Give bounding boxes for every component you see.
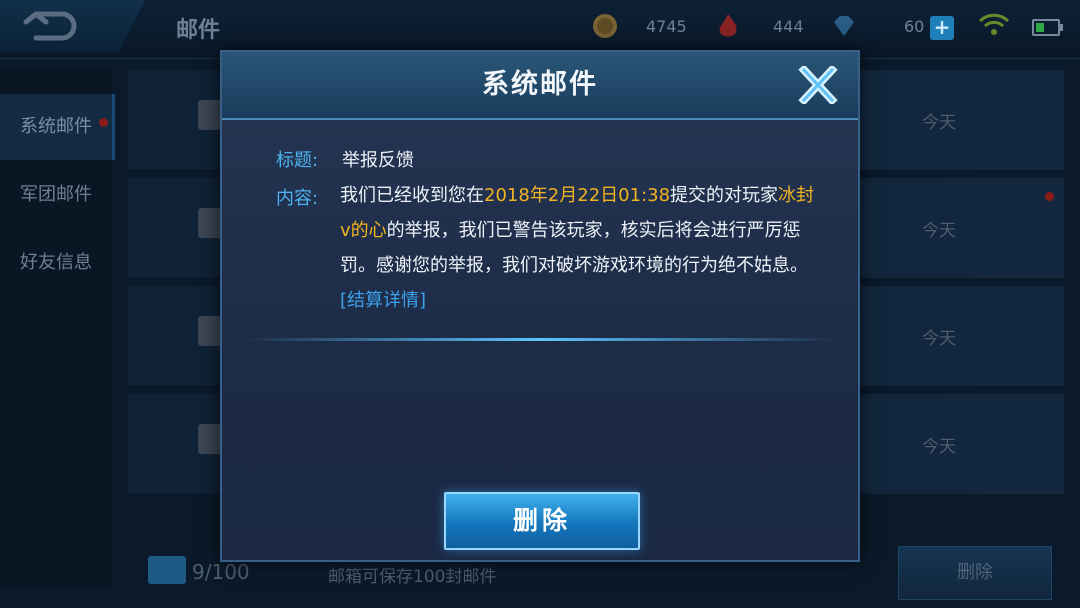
dialog-header: 系统邮件: [222, 52, 858, 120]
diamond-icon: [834, 16, 854, 36]
mailbox-icon: [148, 556, 186, 584]
unread-dot: [99, 118, 108, 127]
gold-amount: 4745: [646, 17, 687, 36]
dialog-title: 系统邮件: [482, 69, 598, 100]
content-text: 的举报，我们已警告该玩家，核实后将会进行严厉惩罚。感谢您的举报，我们对破坏游戏环…: [340, 220, 808, 276]
back-button[interactable]: [0, 0, 145, 52]
voucher-amount: 444: [773, 17, 804, 36]
mail-category-sidebar: 系统邮件 军团邮件 好友信息: [0, 70, 115, 590]
content-divider: [242, 338, 838, 341]
sidebar-item-label: 系统邮件: [20, 116, 92, 137]
delete-all-button[interactable]: 删除: [898, 546, 1052, 600]
sidebar-item-label: 好友信息: [20, 252, 92, 273]
report-time: 2018年2月22日01:38: [484, 185, 671, 206]
unread-dot: [1045, 192, 1054, 201]
settlement-details-link[interactable]: [结算详情]: [340, 290, 426, 311]
system-mail-dialog: 系统邮件 标题: 举报反馈 内容: 我们已经收到您在2018年2月22日01:3…: [220, 50, 860, 562]
gold-coin-icon: [593, 14, 617, 38]
mail-date: 今天: [922, 437, 956, 457]
back-arrow-icon: [23, 11, 77, 41]
content-text: 我们已经收到您在: [340, 185, 484, 206]
sidebar-item-friend-messages[interactable]: 好友信息: [0, 230, 112, 296]
content-text: 提交的对玩家: [670, 185, 779, 206]
sidebar-item-system-mail[interactable]: 系统邮件: [0, 94, 115, 160]
add-diamond-button[interactable]: +: [930, 16, 954, 40]
sidebar-item-label: 军团邮件: [20, 184, 92, 205]
mail-date: 今天: [922, 113, 956, 133]
battery-icon: [1032, 19, 1063, 36]
close-icon[interactable]: [798, 66, 838, 104]
page-title: 邮件: [176, 18, 221, 43]
diamond-amount: 60: [904, 17, 925, 36]
mail-count: 9/100: [192, 560, 250, 584]
wifi-icon: [978, 13, 1010, 35]
subject-value: 举报反馈: [342, 150, 414, 171]
mail-content: 我们已经收到您在2018年2月22日01:38提交的对玩家冰封v的心的举报，我们…: [340, 178, 820, 318]
voucher-flame-icon: [719, 14, 737, 37]
content-label: 内容:: [276, 188, 319, 209]
subject-label: 标题:: [276, 150, 319, 171]
mail-date: 今天: [922, 329, 956, 349]
sidebar-item-legion-mail[interactable]: 军团邮件: [0, 162, 112, 228]
mailbox-capacity-note: 邮箱可保存100封邮件: [328, 567, 497, 587]
delete-button[interactable]: 删除: [444, 492, 640, 550]
mail-date: 今天: [922, 221, 956, 241]
